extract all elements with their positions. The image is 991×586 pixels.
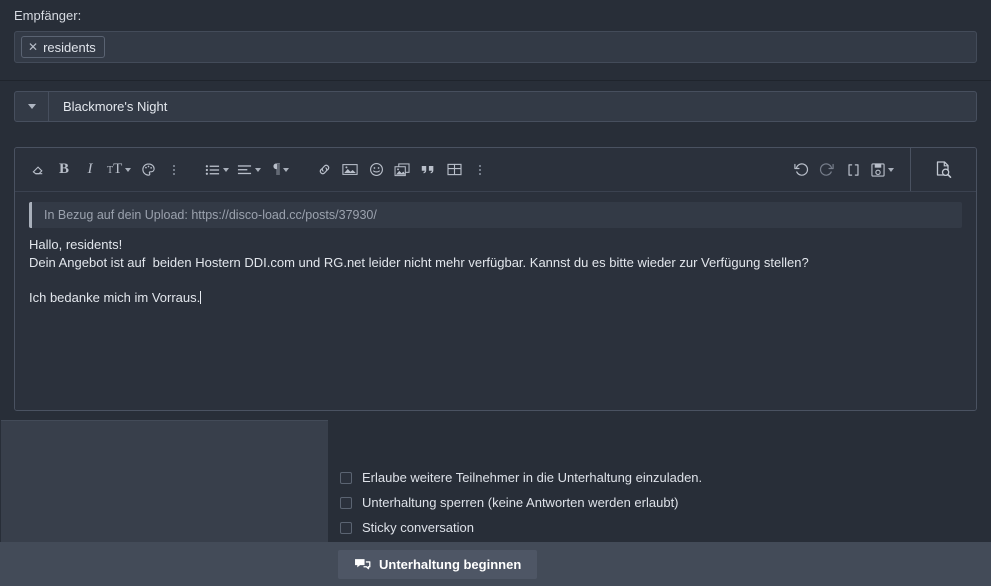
- start-conversation-button[interactable]: Unterhaltung beginnen: [338, 550, 538, 579]
- bbcode-icon[interactable]: [840, 155, 866, 185]
- quote-text: In Bezug auf dein Upload: https://disco-…: [44, 208, 377, 222]
- option-sticky-conversation[interactable]: Sticky conversation: [340, 515, 702, 540]
- redo-icon[interactable]: [814, 155, 840, 185]
- text-align-icon[interactable]: [233, 155, 265, 185]
- table-icon[interactable]: [441, 155, 467, 185]
- message-line-text: Ich bedanke mich im Vorraus.: [29, 290, 201, 305]
- bullet-list-icon[interactable]: [201, 155, 233, 185]
- action-bar: Unterhaltung beginnen: [0, 542, 991, 586]
- text-color-palette-icon[interactable]: [135, 155, 161, 185]
- option-label: Sticky conversation: [362, 520, 474, 535]
- recipients-label: Empfänger:: [14, 8, 82, 23]
- bottom-region: Erlaube weitere Teilnehmer in die Unterh…: [0, 419, 991, 586]
- editor-toolbar-right-group: [788, 148, 976, 191]
- title-section: Blackmore's Night: [0, 81, 991, 131]
- message-line: Dein Angebot ist auf beiden Hostern DDI.…: [29, 255, 809, 270]
- font-size-icon[interactable]: TT: [103, 155, 135, 185]
- attachments-pane: [1, 420, 328, 542]
- option-label: Unterhaltung sperren (keine Antworten we…: [362, 495, 679, 510]
- italic-icon[interactable]: I: [77, 155, 103, 185]
- remove-formatting-icon[interactable]: [25, 155, 51, 185]
- title-input-value[interactable]: Blackmore's Night: [49, 92, 167, 121]
- chevron-down-icon: [27, 104, 36, 109]
- insert-image-icon[interactable]: [337, 155, 363, 185]
- smilie-icon[interactable]: [363, 155, 389, 185]
- quote-block[interactable]: In Bezug auf dein Upload: https://disco-…: [29, 202, 962, 228]
- preview-button[interactable]: [910, 148, 976, 191]
- more-text-options-icon[interactable]: [161, 155, 187, 185]
- conversation-options-pane: Erlaube weitere Teilnehmer in die Unterh…: [328, 420, 991, 542]
- paragraph-format-icon[interactable]: ¶: [265, 155, 297, 185]
- drafts-save-icon[interactable]: [866, 155, 898, 185]
- message-line: Hallo, residents!: [29, 237, 123, 252]
- recipients-input[interactable]: ✕ residents: [14, 31, 977, 63]
- recipient-token[interactable]: ✕ residents: [21, 36, 105, 58]
- prefix-dropdown[interactable]: [15, 92, 49, 121]
- conversation-bubbles-icon: [355, 558, 371, 569]
- checkbox-icon[interactable]: [340, 521, 352, 534]
- option-lock-conversation[interactable]: Unterhaltung sperren (keine Antworten we…: [340, 490, 702, 515]
- editor-toolbar: B I TT ¶: [15, 148, 976, 192]
- media-gallery-icon[interactable]: [389, 155, 415, 185]
- undo-icon[interactable]: [788, 155, 814, 185]
- start-conversation-label: Unterhaltung beginnen: [379, 557, 522, 572]
- preview-document-icon: [936, 160, 951, 178]
- title-field[interactable]: Blackmore's Night: [14, 91, 977, 122]
- editor-toolbar-left-group: B I TT ¶: [15, 155, 493, 185]
- message-line: Ich bedanke mich im Vorraus.: [29, 289, 962, 307]
- close-icon[interactable]: ✕: [28, 41, 38, 53]
- option-label: Erlaube weitere Teilnehmer in die Unterh…: [362, 470, 703, 485]
- checkbox-icon[interactable]: [340, 471, 352, 484]
- recipient-token-label: residents: [43, 39, 96, 55]
- option-allow-invite[interactable]: Erlaube weitere Teilnehmer in die Unterh…: [340, 465, 702, 490]
- options-list: Erlaube weitere Teilnehmer in die Unterh…: [340, 465, 702, 540]
- link-icon[interactable]: [311, 155, 337, 185]
- recipients-section: Empfänger: ✕ residents: [0, 0, 991, 81]
- quote-icon[interactable]: [415, 155, 441, 185]
- more-insert-options-icon[interactable]: [467, 155, 493, 185]
- checkbox-icon[interactable]: [340, 496, 352, 509]
- message-input[interactable]: In Bezug auf dein Upload: https://disco-…: [15, 192, 976, 410]
- bold-icon[interactable]: B: [51, 155, 77, 185]
- message-editor: B I TT ¶ In Bezug auf dein Upload: https…: [14, 147, 977, 411]
- text-cursor: [200, 291, 202, 304]
